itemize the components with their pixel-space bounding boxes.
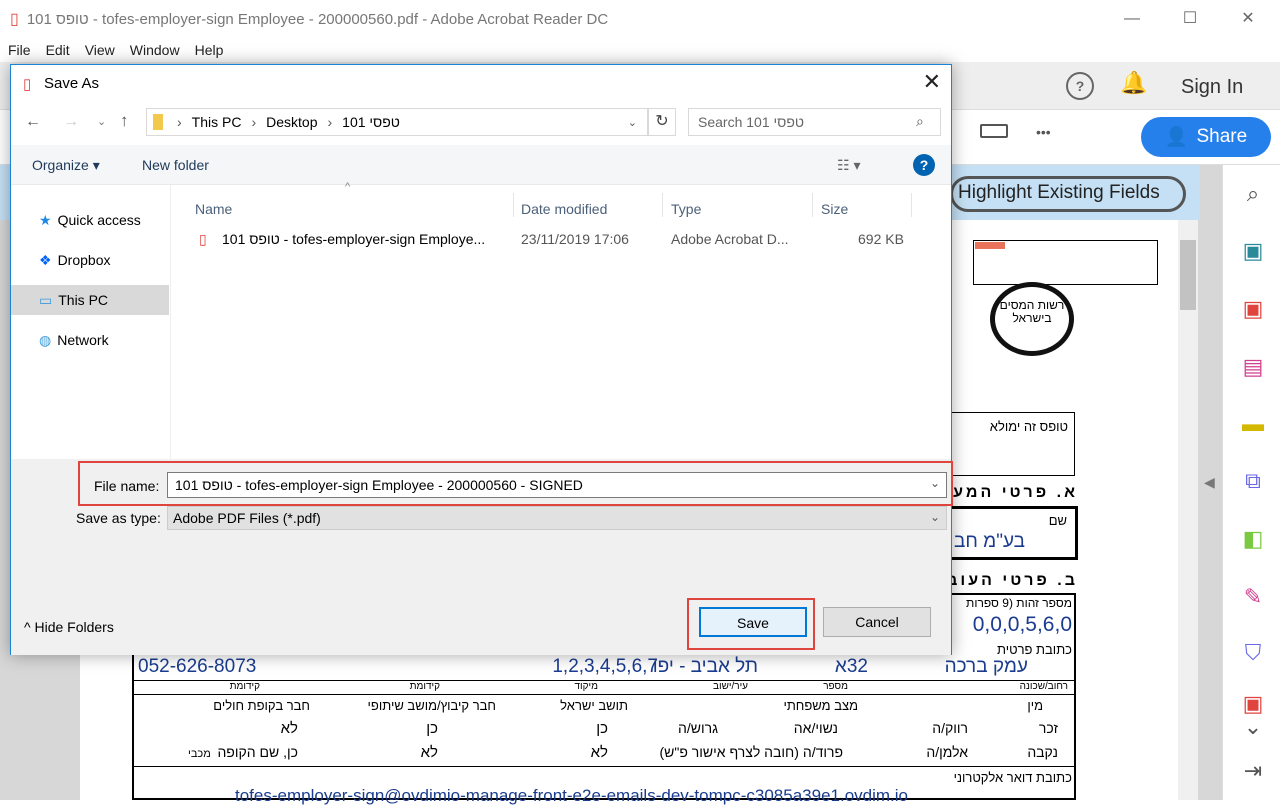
close-dialog-button[interactable]: ✕ <box>923 69 941 95</box>
combine-files-icon[interactable]: ⧉ <box>1239 467 1267 495</box>
health-fund-value: מכבי <box>188 748 211 760</box>
menu-view[interactable]: View <box>77 38 122 62</box>
organize-button[interactable]: Organize ▾ <box>32 157 100 174</box>
save-type-label: Save as type: <box>76 510 161 526</box>
phone-value: 052-626-8073 <box>138 656 257 677</box>
sort-ascending-icon: ^ <box>345 181 351 193</box>
title-bar: ▯ 101 טופס - tofes-employer-sign Employe… <box>0 0 1280 38</box>
right-tools-panel: ⌕ ▣ ▣ ▤ ▬ ⧉ ◧ ✎ ⛉ ▣ ⌄ ⇥ <box>1222 165 1280 800</box>
nav-this-pc[interactable]: ▭ This PC <box>11 285 169 315</box>
create-pdf-icon[interactable]: ▣ <box>1239 295 1267 323</box>
forward-arrow-icon[interactable]: → <box>63 113 79 131</box>
view-options-icon[interactable]: ☷ ▾ <box>837 157 860 174</box>
file-list: ^ Name Date modified Type Size ▯ 101 טופ… <box>171 181 951 459</box>
window-title: 101 טופס - tofes-employer-sign Employee … <box>26 10 609 28</box>
zip-value: 1,2,3,4,5,6,7 <box>552 656 658 677</box>
maximize-button[interactable]: ☐ <box>1170 6 1210 32</box>
address-bar[interactable]: › This PC › Desktop › טפסי 101 ⌄ <box>146 108 648 136</box>
save-as-dialog: ▯ Save As ✕ ← → ⌄ ↑ › This PC › Desktop › ט… <box>10 64 953 655</box>
gender-female-checkbox[interactable]: נקבה <box>1027 744 1058 760</box>
more-tools-button[interactable]: ••• <box>1036 124 1051 140</box>
gender-male-checkbox[interactable]: זכר <box>1039 720 1058 736</box>
street-value: עמק ברכה <box>944 656 1028 677</box>
collapse-panel-icon[interactable]: ⇥ <box>1239 757 1267 785</box>
email-value: tofes-employer-sign@ovdimio-manage-front… <box>235 786 909 805</box>
form-fill-icon[interactable] <box>980 124 1008 138</box>
chevron-down-icon[interactable]: ⌄ <box>930 510 940 524</box>
nav-network[interactable]: ◍ Network <box>11 325 169 355</box>
breadcrumb-this-pc[interactable]: This PC <box>192 114 242 130</box>
search-input[interactable]: Search 101 טפסי <box>688 108 941 136</box>
command-bar: Organize ▾ New folder ☷ ▾ ? <box>11 145 951 185</box>
close-window-button[interactable]: ✕ <box>1228 6 1268 32</box>
breadcrumb-desktop[interactable]: Desktop <box>266 114 317 130</box>
sign-in-button[interactable]: Sign In <box>1181 76 1243 99</box>
share-button[interactable]: 👤 Share <box>1141 117 1271 157</box>
fill-sign-icon[interactable]: ✎ <box>1239 583 1267 611</box>
id-number: 0,0,0,5,6,0 <box>972 613 1072 636</box>
dialog-title: Save As <box>44 75 100 92</box>
address-chevron-icon[interactable]: ⌄ <box>628 116 637 129</box>
breadcrumb-folder[interactable]: טפסי 101 <box>342 114 400 130</box>
comment-icon[interactable]: ▬ <box>1239 410 1267 438</box>
section-b-heading: ב. פרטי העובד <box>934 572 1078 589</box>
star-icon: ★ <box>39 211 52 228</box>
employer-name-box: שם בע"מ חב <box>940 506 1078 560</box>
barcode-box <box>973 240 1158 285</box>
column-size[interactable]: Size <box>812 193 912 217</box>
chevron-down-icon[interactable]: ⌄ <box>1239 713 1267 741</box>
search-icon: ⌕ <box>916 113 924 129</box>
menu-window[interactable]: Window <box>122 38 187 62</box>
up-arrow-icon[interactable]: ↑ <box>120 111 129 131</box>
tax-authority-logo: רשות המסים בישראל <box>990 282 1074 356</box>
recent-chevron-icon[interactable]: ⌄ <box>97 115 106 128</box>
menu-edit[interactable]: Edit <box>38 38 77 62</box>
help-icon[interactable]: ? <box>1066 72 1094 100</box>
column-type[interactable]: Type <box>662 193 813 217</box>
nav-dropbox[interactable]: ❖ Dropbox <box>11 245 169 275</box>
help-button[interactable]: ? <box>913 154 935 176</box>
dropbox-icon: ❖ <box>39 251 52 268</box>
highlight-fields-button[interactable]: Highlight Existing Fields <box>950 176 1186 212</box>
menu-help[interactable]: Help <box>187 38 231 62</box>
pdf-file-icon: ▯ <box>199 231 207 247</box>
network-icon: ◍ <box>39 331 52 348</box>
export-pdf-icon[interactable]: ▣ <box>1239 237 1267 265</box>
navigation-pane: ★ Quick access ❖ Dropbox ▭ This PC ◍ Network <box>11 185 171 459</box>
minimize-button[interactable]: — <box>1112 6 1152 32</box>
hide-folders-button[interactable]: ^ Hide Folders <box>24 619 114 635</box>
house-value: 32א <box>834 656 868 677</box>
organize-pages-icon[interactable]: ◧ <box>1239 525 1267 553</box>
save-type-select[interactable]: Adobe PDF Files (*.pdf) ⌄ <box>167 506 947 530</box>
protect-shield-icon[interactable]: ⛉ <box>1239 639 1267 667</box>
new-folder-button[interactable]: New folder <box>142 157 209 173</box>
expand-panel-icon[interactable]: ◀ <box>1204 474 1215 491</box>
edit-pdf-icon[interactable]: ▤ <box>1239 353 1267 381</box>
back-arrow-icon[interactable]: ← <box>25 113 41 131</box>
column-name[interactable]: Name <box>186 193 514 217</box>
add-user-icon: 👤 <box>1164 127 1189 148</box>
section-a-heading: א. פרטי המעב <box>939 484 1078 501</box>
zoom-search-icon[interactable]: ⌕ <box>1239 180 1267 208</box>
highlight-box-filename <box>78 461 953 506</box>
computer-icon: ▭ <box>39 291 53 308</box>
nav-quick-access[interactable]: ★ Quick access <box>11 205 169 235</box>
column-date[interactable]: Date modified <box>512 193 663 217</box>
pdf-icon: ▯ <box>23 76 32 93</box>
menu-file[interactable]: File <box>0 38 38 62</box>
pdf-app-icon: ▯ <box>10 11 19 28</box>
bell-icon[interactable]: 🔔 <box>1120 70 1147 96</box>
city-value: תל אביב - יפו <box>652 656 758 677</box>
highlight-box-save <box>687 598 815 650</box>
refresh-button[interactable]: ↻ <box>648 108 676 136</box>
folder-icon <box>153 114 163 130</box>
menu-bar: File Edit View Window Help <box>0 38 1280 62</box>
notice-box: טופס זה ימולא <box>940 412 1075 476</box>
cancel-button[interactable]: Cancel <box>823 607 931 637</box>
chevron-up-icon: ^ <box>24 619 35 635</box>
vertical-scrollbar[interactable] <box>1178 220 1198 800</box>
